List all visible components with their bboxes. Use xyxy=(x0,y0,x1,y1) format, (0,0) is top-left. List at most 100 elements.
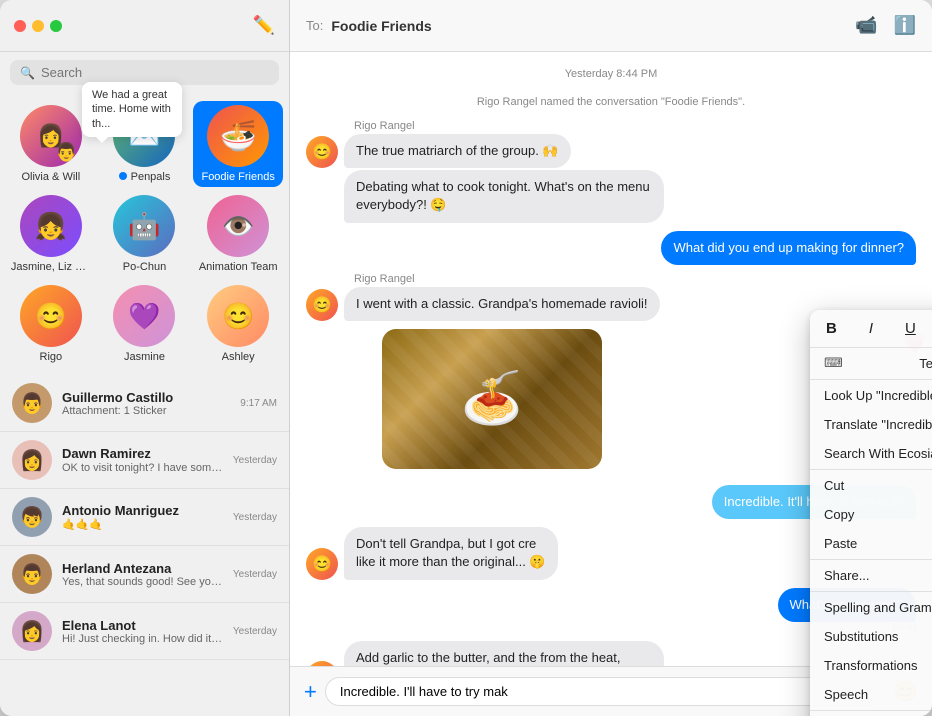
attachment-button[interactable]: + xyxy=(304,679,317,705)
text-effects-icon: ⌨ xyxy=(824,355,843,371)
message-group-1: Rigo Rangel 😊 The true matriarch of the … xyxy=(306,120,916,223)
menu-paste[interactable]: Paste xyxy=(810,529,932,558)
avatar-item-jasmine2[interactable]: 💜 Jasmine xyxy=(100,281,190,367)
text-effects-item[interactable]: ⌨ Text Effects › Big Small Shake Nod Exp… xyxy=(810,348,932,378)
bold-button[interactable]: B xyxy=(818,316,845,341)
menu-lookup-label: Look Up "Incredible. I'll have to try...… xyxy=(824,388,932,403)
menu-copy-label: Copy xyxy=(824,507,854,522)
contact-item-dawn[interactable]: 👩 Dawn Ramirez OK to visit tonight? I ha… xyxy=(0,432,289,489)
msg-avatar-rigo: 😊 xyxy=(306,136,338,168)
sidebar: ✏️ 🔍 We had a great time. Home with th..… xyxy=(0,0,290,716)
search-icon: 🔍 xyxy=(20,66,35,80)
chat-input[interactable] xyxy=(325,677,885,706)
avatar-ashley: 😊 xyxy=(207,285,269,347)
sidebar-titlebar: ✏️ xyxy=(0,0,289,52)
italic-button[interactable]: I xyxy=(861,316,881,341)
avatar-item-jasmine-liz[interactable]: 👧 Jasmine, Liz &... xyxy=(6,191,96,277)
message-bubble-m3: What did you end up making for dinner? xyxy=(661,231,916,265)
avatar-guillermo: 👨 xyxy=(12,383,52,423)
contact-name-elena: Elena Lanot xyxy=(62,618,223,633)
compose-button[interactable]: ✏️ xyxy=(253,15,275,36)
contact-name-guillermo: Guillermo Castillo xyxy=(62,390,230,405)
chat-header: To: Foodie Friends 📹 ℹ️ xyxy=(290,0,932,52)
format-buttons-row: B I U S xyxy=(810,310,932,348)
message-row-m3: What did you end up making for dinner? xyxy=(306,231,916,265)
avatar-jasmine2: 💜 xyxy=(113,285,175,347)
avatar-olivia-will: 👩👨 xyxy=(20,105,82,167)
maximize-button[interactable] xyxy=(50,20,62,32)
menu-share-label: Share... xyxy=(824,568,870,583)
avatar-herland: 👨 xyxy=(12,554,52,594)
food-image: 🍝 xyxy=(382,329,602,469)
menu-spelling-label: Spelling and Grammar xyxy=(824,600,932,615)
info-icon[interactable]: ℹ️ xyxy=(894,15,916,36)
menu-translate[interactable]: Translate "Incredible. I'll have to try.… xyxy=(810,410,932,439)
menu-search-ecosia[interactable]: Search With Ecosia xyxy=(810,439,932,468)
avatar-antonio: 👦 xyxy=(12,497,52,537)
contact-preview-guillermo: Attachment: 1 Sticker xyxy=(62,405,230,417)
contact-list: 👨 Guillermo Castillo Attachment: 1 Stick… xyxy=(0,375,289,716)
message-bubble-garlic: Add garlic to the butter, and the from t… xyxy=(344,641,664,666)
menu-share[interactable]: Share... xyxy=(810,561,932,590)
contact-time-guillermo: 9:17 AM xyxy=(240,398,277,409)
avatar-label-foodie-friends: Foodie Friends xyxy=(201,171,274,183)
menu-transformations-label: Transformations xyxy=(824,658,917,673)
avatar-label-animation-team: Animation Team xyxy=(199,261,278,273)
menu-cut-label: Cut xyxy=(824,478,844,493)
menu-copy[interactable]: Copy xyxy=(810,500,932,529)
text-effects-label: Text Effects xyxy=(919,356,932,371)
underline-button[interactable]: U xyxy=(897,316,924,341)
main-content: To: Foodie Friends 📹 ℹ️ Yesterday 8:44 P… xyxy=(290,0,932,716)
contact-name-antonio: Antonio Manriguez xyxy=(62,503,223,518)
message-bubble-m2: Debating what to cook tonight. What's on… xyxy=(344,170,664,222)
avatar-item-ashley[interactable]: 😊 Ashley xyxy=(193,281,283,367)
contact-preview-antonio: 🤙🤙🤙 xyxy=(62,518,223,531)
chat-title: Foodie Friends xyxy=(331,18,431,34)
menu-autofill[interactable]: AutoFill › xyxy=(810,712,932,716)
menu-speech[interactable]: Speech › xyxy=(810,680,932,709)
avatar-jasmine-liz: 👧 xyxy=(20,195,82,257)
contact-preview-dawn: OK to visit tonight? I have some things … xyxy=(62,461,223,474)
contact-preview-elena: Hi! Just checking in. How did it go? xyxy=(62,633,223,645)
message-bubble-m4: I went with a classic. Grandpa's homemad… xyxy=(344,287,660,321)
avatar-item-pochun[interactable]: 🤖 Po-Chun xyxy=(100,191,190,277)
video-call-icon[interactable]: 📹 xyxy=(855,15,877,36)
avatar-item-animation-team[interactable]: 👁️ Animation Team xyxy=(193,191,283,277)
traffic-lights xyxy=(14,20,62,32)
minimize-button[interactable] xyxy=(32,20,44,32)
avatar-item-rigo[interactable]: 😊 Rigo xyxy=(6,281,96,367)
menu-substitutions[interactable]: Substitutions › xyxy=(810,622,932,651)
avatar-label-ashley: Ashley xyxy=(222,351,255,363)
contact-time-elena: Yesterday xyxy=(233,626,277,637)
avatar-foodie-friends: 🍜 xyxy=(207,105,269,167)
contact-item-herland[interactable]: 👨 Herland Antezana Yes, that sounds good… xyxy=(0,546,289,603)
contact-info-guillermo: Guillermo Castillo Attachment: 1 Sticker xyxy=(62,390,230,417)
contact-item-elena[interactable]: 👩 Elena Lanot Hi! Just checking in. How … xyxy=(0,603,289,660)
avatar-label-rigo: Rigo xyxy=(40,351,63,363)
menu-lookup[interactable]: Look Up "Incredible. I'll have to try...… xyxy=(810,381,932,410)
menu-substitutions-label: Substitutions xyxy=(824,629,898,644)
contact-name-herland: Herland Antezana xyxy=(62,561,223,576)
menu-transformations[interactable]: Transformations › xyxy=(810,651,932,680)
contact-item-antonio[interactable]: 👦 Antonio Manriguez 🤙🤙🤙 Yesterday xyxy=(0,489,289,546)
avatar-elena: 👩 xyxy=(12,611,52,651)
contact-time-antonio: Yesterday xyxy=(233,512,277,523)
message-row-m2: Debating what to cook tonight. What's on… xyxy=(306,170,916,222)
search-input[interactable] xyxy=(41,65,269,80)
avatar-item-foodie-friends[interactable]: 🍜 Foodie Friends xyxy=(193,101,283,187)
menu-cut[interactable]: Cut xyxy=(810,471,932,500)
system-message: Rigo Rangel named the conversation "Food… xyxy=(306,96,916,108)
close-button[interactable] xyxy=(14,20,26,32)
context-menu: B I U S ⌨ Text Effects › Big Small Shake… xyxy=(810,310,932,716)
sender-label-rigo: Rigo Rangel xyxy=(354,120,916,132)
message-bubble-m7: Don't tell Grandpa, but I got crelike it… xyxy=(344,527,558,579)
avatar-label-olivia-will: Olivia & Will xyxy=(21,171,80,183)
divider-1 xyxy=(810,379,932,380)
contact-item-guillermo[interactable]: 👨 Guillermo Castillo Attachment: 1 Stick… xyxy=(0,375,289,432)
system-timestamp: Yesterday 8:44 PM xyxy=(306,68,916,80)
contact-info-antonio: Antonio Manriguez 🤙🤙🤙 xyxy=(62,503,223,531)
menu-spelling[interactable]: Spelling and Grammar › xyxy=(810,593,932,622)
avatar-label-penpals: Penpals xyxy=(119,171,171,183)
bubble-wrap-m1: The true matriarch of the group. 🙌 xyxy=(344,134,571,168)
avatar-rigo: 😊 xyxy=(20,285,82,347)
